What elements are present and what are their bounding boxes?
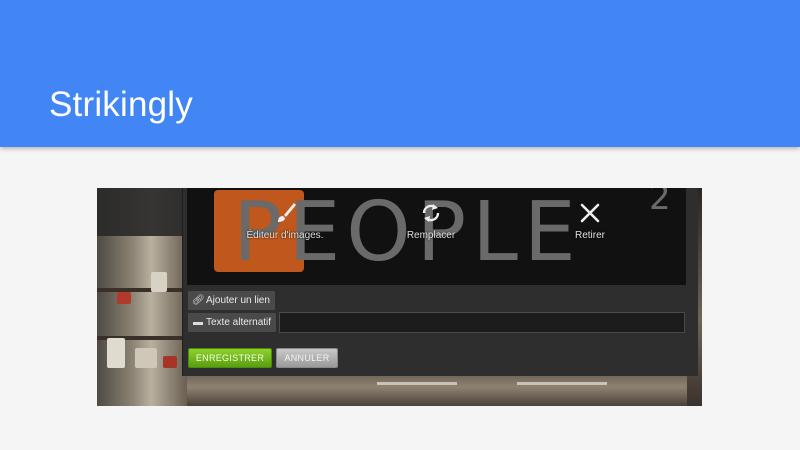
logo-superscript: 2 xyxy=(649,188,671,218)
cancel-button[interactable]: ANNULER xyxy=(276,348,338,368)
image-editor-tool[interactable]: Éditeur d'images. xyxy=(225,200,345,241)
image-edit-panel: PEOPLE 2 Éditeur d'images. Remplacer Ret… xyxy=(182,188,698,376)
alt-text-label-box: ▬ Texte alternatif xyxy=(188,313,277,332)
editor-screenshot: PEOPLE 2 Éditeur d'images. Remplacer Ret… xyxy=(97,188,702,406)
link-icon: 🔗︎ xyxy=(192,295,205,306)
close-icon xyxy=(580,203,600,223)
slide-header: Strikingly xyxy=(0,0,800,147)
background-photo-left xyxy=(97,188,187,406)
refresh-icon xyxy=(422,204,440,222)
remove-label: Retirer xyxy=(574,230,605,241)
alt-text-input[interactable] xyxy=(279,312,685,333)
alt-text-label: Texte alternatif xyxy=(206,317,272,328)
image-editor-label: Éditeur d'images. xyxy=(246,230,324,241)
add-link-button[interactable]: 🔗︎Ajouter un lien xyxy=(188,291,275,310)
paintbrush-icon xyxy=(278,203,296,222)
add-link-label: Ajouter un lien xyxy=(206,295,270,306)
save-button[interactable]: ENREGISTRER xyxy=(188,348,272,368)
image-preview: PEOPLE 2 Éditeur d'images. Remplacer Ret… xyxy=(187,188,686,285)
replace-label: Remplacer xyxy=(406,230,456,241)
replace-tool[interactable]: Remplacer xyxy=(371,200,491,241)
slide-title: Strikingly xyxy=(49,85,193,124)
comment-icon: ▬ xyxy=(193,317,203,328)
remove-tool[interactable]: Retirer xyxy=(530,200,650,241)
